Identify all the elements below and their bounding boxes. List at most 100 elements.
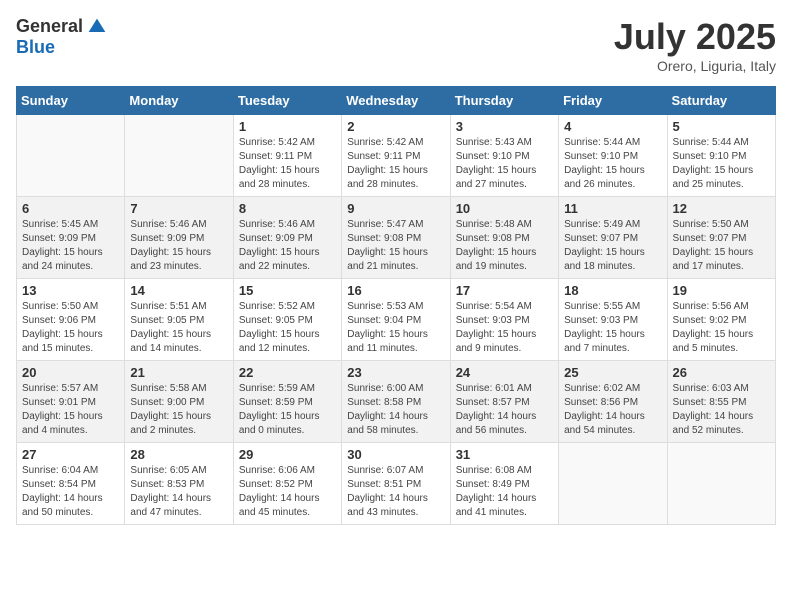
calendar-cell: 26Sunrise: 6:03 AM Sunset: 8:55 PM Dayli… bbox=[667, 361, 775, 443]
day-info: Sunrise: 5:52 AM Sunset: 9:05 PM Dayligh… bbox=[239, 300, 336, 356]
day-number: 7 bbox=[130, 201, 227, 216]
day-number: 22 bbox=[239, 365, 336, 380]
day-info: Sunrise: 6:08 AM Sunset: 8:49 PM Dayligh… bbox=[456, 464, 553, 520]
day-number: 30 bbox=[347, 447, 444, 462]
weekday-header-row: SundayMondayTuesdayWednesdayThursdayFrid… bbox=[17, 87, 776, 115]
weekday-header-tuesday: Tuesday bbox=[233, 87, 341, 115]
weekday-header-wednesday: Wednesday bbox=[342, 87, 450, 115]
day-info: Sunrise: 5:51 AM Sunset: 9:05 PM Dayligh… bbox=[130, 300, 227, 356]
calendar-cell: 4 Sunrise: 5:44 AM Sunset: 9:10 PM Daylig… bbox=[559, 115, 667, 197]
day-number: 13 bbox=[22, 283, 119, 298]
calendar-week-row: 1 Sunrise: 5:42 AM Sunset: 9:11 PM Daylig… bbox=[17, 115, 776, 197]
day-number: 17 bbox=[456, 283, 553, 298]
day-info: Sunrise: 5:56 AM Sunset: 9:02 PM Dayligh… bbox=[673, 300, 770, 356]
weekday-header-saturday: Saturday bbox=[667, 87, 775, 115]
day-number: 3 bbox=[456, 119, 553, 134]
day-number: 1 bbox=[239, 119, 336, 134]
day-info: Sunrise: 5:45 AM Sunset: 9:09 PM Dayligh… bbox=[22, 218, 119, 274]
day-info: Sunrise: 5:53 AM Sunset: 9:04 PM Dayligh… bbox=[347, 300, 444, 356]
calendar-week-row: 20 Sunrise: 5:57 AM Sunset: 9:01 PM Dayli… bbox=[17, 361, 776, 443]
calendar-cell: 23 Sunrise: 6:00 AM Sunset: 8:58 PM Dayli… bbox=[342, 361, 450, 443]
calendar-week-row: 6Sunrise: 5:45 AM Sunset: 9:09 PM Daylig… bbox=[17, 197, 776, 279]
calendar-cell: 1Sunrise: 5:42 AM Sunset: 9:11 PM Daylig… bbox=[233, 115, 341, 197]
calendar-week-row: 13 Sunrise: 5:50 AM Sunset: 9:06 PM Dayli… bbox=[17, 279, 776, 361]
day-number: 29 bbox=[239, 447, 336, 462]
day-info: Sunrise: 5:55 AM Sunset: 9:03 PM Dayligh… bbox=[564, 300, 661, 356]
calendar-cell: 13 Sunrise: 5:50 AM Sunset: 9:06 PM Dayli… bbox=[17, 279, 125, 361]
calendar-cell: 31 Sunrise: 6:08 AM Sunset: 8:49 PM Dayli… bbox=[450, 443, 558, 525]
day-info: Sunrise: 5:46 AM Sunset: 9:09 PM Dayligh… bbox=[239, 218, 336, 274]
day-number: 10 bbox=[456, 201, 553, 216]
day-number: 24 bbox=[456, 365, 553, 380]
day-number: 15 bbox=[239, 283, 336, 298]
calendar-cell: 5 Sunrise: 5:44 AM Sunset: 9:10 PM Daylig… bbox=[667, 115, 775, 197]
calendar-cell: 16 Sunrise: 5:53 AM Sunset: 9:04 PM Dayli… bbox=[342, 279, 450, 361]
calendar-cell: 15 Sunrise: 5:52 AM Sunset: 9:05 PM Dayli… bbox=[233, 279, 341, 361]
calendar-cell: 2Sunrise: 5:42 AM Sunset: 9:11 PM Daylig… bbox=[342, 115, 450, 197]
calendar-cell: 11 Sunrise: 5:49 AM Sunset: 9:07 PM Dayli… bbox=[559, 197, 667, 279]
month-title: July 2025 bbox=[614, 16, 776, 58]
logo-icon bbox=[87, 17, 107, 37]
calendar-cell: 28 Sunrise: 6:05 AM Sunset: 8:53 PM Dayli… bbox=[125, 443, 233, 525]
day-number: 16 bbox=[347, 283, 444, 298]
calendar-cell: 25 Sunrise: 6:02 AM Sunset: 8:56 PM Dayli… bbox=[559, 361, 667, 443]
day-info: Sunrise: 5:58 AM Sunset: 9:00 PM Dayligh… bbox=[130, 382, 227, 438]
day-number: 11 bbox=[564, 201, 661, 216]
day-number: 19 bbox=[673, 283, 770, 298]
day-number: 12 bbox=[673, 201, 770, 216]
calendar-cell bbox=[559, 443, 667, 525]
day-info: Sunrise: 5:49 AM Sunset: 9:07 PM Dayligh… bbox=[564, 218, 661, 274]
weekday-header-monday: Monday bbox=[125, 87, 233, 115]
day-info: Sunrise: 6:05 AM Sunset: 8:53 PM Dayligh… bbox=[130, 464, 227, 520]
day-info: Sunrise: 5:50 AM Sunset: 9:06 PM Dayligh… bbox=[22, 300, 119, 356]
day-info: Sunrise: 5:54 AM Sunset: 9:03 PM Dayligh… bbox=[456, 300, 553, 356]
calendar-cell: 19 Sunrise: 5:56 AM Sunset: 9:02 PM Dayli… bbox=[667, 279, 775, 361]
day-info: Sunrise: 5:44 AM Sunset: 9:10 PM Dayligh… bbox=[564, 136, 661, 192]
logo: General Blue bbox=[16, 16, 107, 58]
day-info: Sunrise: 6:06 AM Sunset: 8:52 PM Dayligh… bbox=[239, 464, 336, 520]
day-number: 20 bbox=[22, 365, 119, 380]
calendar-week-row: 27Sunrise: 6:04 AM Sunset: 8:54 PM Dayli… bbox=[17, 443, 776, 525]
day-info: Sunrise: 6:00 AM Sunset: 8:58 PM Dayligh… bbox=[347, 382, 444, 438]
location-text: Orero, Liguria, Italy bbox=[614, 58, 776, 74]
calendar-cell: 6Sunrise: 5:45 AM Sunset: 9:09 PM Daylig… bbox=[17, 197, 125, 279]
calendar-cell: 17 Sunrise: 5:54 AM Sunset: 9:03 PM Dayli… bbox=[450, 279, 558, 361]
calendar-cell bbox=[17, 115, 125, 197]
day-info: Sunrise: 5:42 AM Sunset: 9:11 PM Dayligh… bbox=[347, 136, 444, 192]
calendar-cell: 7Sunrise: 5:46 AM Sunset: 9:09 PM Daylig… bbox=[125, 197, 233, 279]
day-number: 18 bbox=[564, 283, 661, 298]
calendar-cell: 3Sunrise: 5:43 AM Sunset: 9:10 PM Daylig… bbox=[450, 115, 558, 197]
day-info: Sunrise: 6:03 AM Sunset: 8:55 PM Dayligh… bbox=[673, 382, 770, 438]
day-number: 8 bbox=[239, 201, 336, 216]
logo-blue-text: Blue bbox=[16, 37, 55, 58]
page-header: General Blue July 2025 Orero, Liguria, I… bbox=[16, 16, 776, 74]
day-info: Sunrise: 6:02 AM Sunset: 8:56 PM Dayligh… bbox=[564, 382, 661, 438]
calendar-cell: 8 Sunrise: 5:46 AM Sunset: 9:09 PM Daylig… bbox=[233, 197, 341, 279]
day-info: Sunrise: 6:07 AM Sunset: 8:51 PM Dayligh… bbox=[347, 464, 444, 520]
calendar-cell: 27Sunrise: 6:04 AM Sunset: 8:54 PM Dayli… bbox=[17, 443, 125, 525]
weekday-header-thursday: Thursday bbox=[450, 87, 558, 115]
day-number: 5 bbox=[673, 119, 770, 134]
calendar-cell: 18 Sunrise: 5:55 AM Sunset: 9:03 PM Dayli… bbox=[559, 279, 667, 361]
day-info: Sunrise: 5:44 AM Sunset: 9:10 PM Dayligh… bbox=[673, 136, 770, 192]
day-number: 31 bbox=[456, 447, 553, 462]
calendar-cell: 9Sunrise: 5:47 AM Sunset: 9:08 PM Daylig… bbox=[342, 197, 450, 279]
day-info: Sunrise: 5:57 AM Sunset: 9:01 PM Dayligh… bbox=[22, 382, 119, 438]
calendar-cell: 21 Sunrise: 5:58 AM Sunset: 9:00 PM Dayli… bbox=[125, 361, 233, 443]
day-number: 28 bbox=[130, 447, 227, 462]
calendar-cell: 22 Sunrise: 5:59 AM Sunset: 8:59 PM Dayli… bbox=[233, 361, 341, 443]
day-number: 23 bbox=[347, 365, 444, 380]
day-info: Sunrise: 5:59 AM Sunset: 8:59 PM Dayligh… bbox=[239, 382, 336, 438]
day-number: 9 bbox=[347, 201, 444, 216]
day-number: 4 bbox=[564, 119, 661, 134]
day-info: Sunrise: 5:50 AM Sunset: 9:07 PM Dayligh… bbox=[673, 218, 770, 274]
day-number: 14 bbox=[130, 283, 227, 298]
weekday-header-friday: Friday bbox=[559, 87, 667, 115]
weekday-header-sunday: Sunday bbox=[17, 87, 125, 115]
calendar-cell: 14 Sunrise: 5:51 AM Sunset: 9:05 PM Dayli… bbox=[125, 279, 233, 361]
calendar-cell bbox=[667, 443, 775, 525]
day-number: 21 bbox=[130, 365, 227, 380]
calendar-cell: 30 Sunrise: 6:07 AM Sunset: 8:51 PM Dayli… bbox=[342, 443, 450, 525]
calendar-cell bbox=[125, 115, 233, 197]
day-number: 25 bbox=[564, 365, 661, 380]
